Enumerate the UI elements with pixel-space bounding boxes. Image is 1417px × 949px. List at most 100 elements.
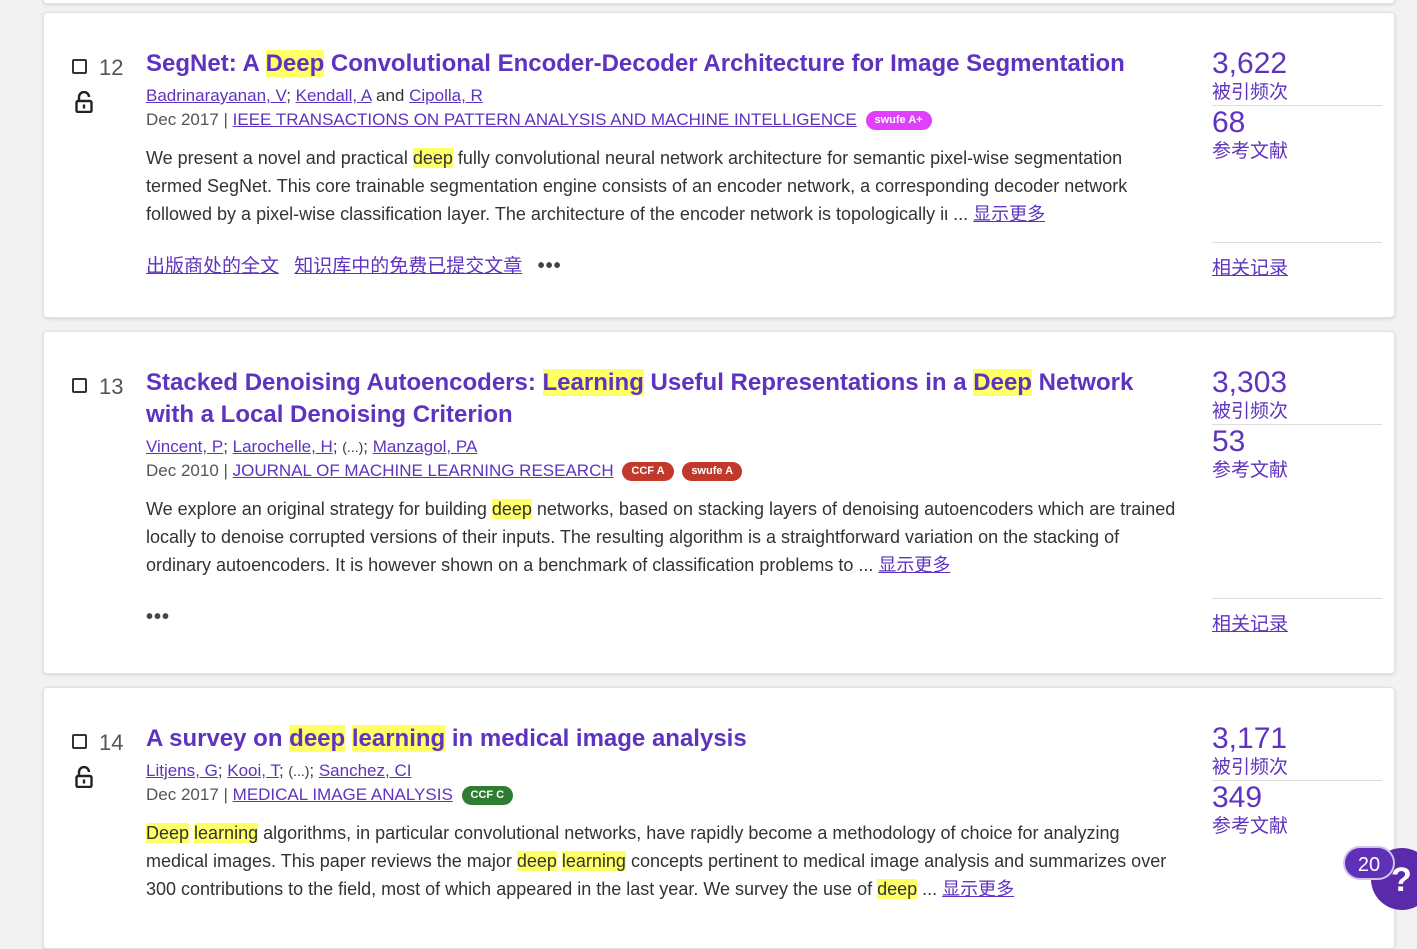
citation-label: 被引频次 <box>1212 82 1289 103</box>
record-main: A survey on deep learning in medical ima… <box>146 723 1176 903</box>
more-options-icon[interactable]: ••• <box>146 606 170 628</box>
show-more-link[interactable]: 显示更多 <box>973 204 1045 224</box>
title-highlight[interactable]: Deep <box>265 50 325 77</box>
citation-label: 被引频次 <box>1212 401 1289 422</box>
author-link[interactable]: Vincent, P <box>146 437 223 456</box>
help-count-badge[interactable]: 20 <box>1343 846 1395 880</box>
pub-date: Dec 2017 <box>146 110 219 129</box>
publication-meta: Dec 2017 | MEDICAL IMAGE ANALYSIS CCF C <box>146 783 1176 807</box>
record-stats: 3,303 被引频次 53 参考文献 <box>1212 366 1382 483</box>
open-access-lock-icon <box>75 766 93 788</box>
citation-count[interactable]: 3,171 <box>1212 722 1382 756</box>
abstract: We present a novel and practical deep fu… <box>146 144 1176 228</box>
open-access-lock-icon <box>75 91 93 113</box>
show-more-link[interactable]: 显示更多 <box>878 555 950 575</box>
repository-free-article-link[interactable]: 知识库中的免费已提交文章 <box>294 256 522 277</box>
author-and: and <box>376 86 405 105</box>
show-more-link[interactable]: 显示更多 <box>942 879 1014 899</box>
title-text[interactable]: in medical image analysis <box>445 725 747 752</box>
related-records: 相关记录 <box>1212 598 1382 636</box>
record-card: 12 SegNet: A Deep Convolutional Encoder-… <box>43 12 1395 318</box>
pub-date: Dec 2010 <box>146 461 219 480</box>
reference-label: 参考文献 <box>1212 141 1289 162</box>
record-checkbox[interactable] <box>72 59 87 74</box>
record-stats: 3,171 被引频次 349 参考文献 <box>1212 722 1382 839</box>
title-text[interactable]: Useful Representations in a <box>644 369 973 396</box>
abstract-text: We explore an original strategy for buil… <box>146 499 492 519</box>
title-text[interactable]: Stacked Denoising Autoencoders: <box>146 369 543 396</box>
abstract: We explore an original strategy for buil… <box>146 495 1176 579</box>
abstract-text: We present a novel and practical <box>146 148 413 168</box>
reference-label: 参考文献 <box>1212 816 1289 837</box>
full-text-links: ••• <box>146 606 170 629</box>
reference-count[interactable]: 68 <box>1212 106 1382 140</box>
publisher-full-text-link[interactable]: 出版商处的全文 <box>146 256 279 277</box>
abstract-highlight: learning <box>194 823 259 843</box>
title-highlight[interactable]: Deep <box>973 369 1032 396</box>
record-title[interactable]: SegNet: A Deep Convolutional Encoder-Dec… <box>146 48 1176 80</box>
citation-count[interactable]: 3,303 <box>1212 366 1382 400</box>
journal-link[interactable]: JOURNAL OF MACHINE LEARNING RESEARCH <box>233 461 614 480</box>
author-link[interactable]: Litjens, G <box>146 761 218 780</box>
reference-count[interactable]: 53 <box>1212 425 1382 459</box>
abstract-text: ... <box>917 879 938 899</box>
abstract-highlight: deep <box>491 499 532 519</box>
publication-meta: Dec 2017 | IEEE TRANSACTIONS ON PATTERN … <box>146 108 1176 132</box>
abstract-highlight: deep <box>412 148 453 168</box>
record-title[interactable]: A survey on deep learning in medical ima… <box>146 723 1176 755</box>
abstract: Deep learning algorithms, in particular … <box>146 819 1176 903</box>
reference-count[interactable]: 349 <box>1212 781 1382 815</box>
abstract-highlight: Deep <box>146 823 190 843</box>
full-text-links: 出版商处的全文 知识库中的免费已提交文章 ••• <box>146 251 562 278</box>
swufe-badge: swufe A+ <box>865 111 932 130</box>
author-link[interactable]: Kendall, A <box>296 86 372 105</box>
title-text[interactable]: Convolutional Encoder-Decoder Architectu… <box>324 50 1125 77</box>
record-stats: 3,622 被引频次 68 参考文献 <box>1212 47 1382 164</box>
record-checkbox[interactable] <box>72 734 87 749</box>
related-records-link[interactable]: 相关记录 <box>1212 614 1288 635</box>
publication-meta: Dec 2010 | JOURNAL OF MACHINE LEARNING R… <box>146 459 1176 483</box>
citation-label: 被引频次 <box>1212 757 1289 778</box>
author-link[interactable]: Sanchez, CI <box>319 761 412 780</box>
author-link[interactable]: Kooi, T <box>227 761 279 780</box>
citation-count[interactable]: 3,622 <box>1212 47 1382 81</box>
title-text[interactable]: A survey on <box>146 725 289 752</box>
record-card: 13 Stacked Denoising Autoencoders: Learn… <box>43 331 1395 674</box>
related-records: 相关记录 <box>1212 242 1382 280</box>
title-text[interactable]: SegNet: A <box>146 50 266 77</box>
author-ellipsis[interactable]: (...) <box>342 439 363 455</box>
authors: Vincent, P; Larochelle, H; (...); Manzag… <box>146 437 478 456</box>
record-checkbox[interactable] <box>72 378 87 393</box>
record-main: SegNet: A Deep Convolutional Encoder-Dec… <box>146 48 1176 228</box>
title-highlight[interactable]: deep <box>289 725 346 752</box>
author-link[interactable]: Badrinarayanan, V <box>146 86 286 105</box>
authors: Litjens, G; Kooi, T; (...); Sanchez, CI <box>146 761 412 780</box>
author-link[interactable]: Manzagol, PA <box>373 437 478 456</box>
previous-record-card <box>43 0 1395 4</box>
ccf-badge: CCF C <box>461 786 514 805</box>
more-options-icon[interactable]: ••• <box>538 255 562 277</box>
swufe-badge: swufe A <box>682 462 743 481</box>
abstract-highlight: learning <box>561 851 626 871</box>
reference-label: 参考文献 <box>1212 460 1289 481</box>
pub-date: Dec 2017 <box>146 785 219 804</box>
journal-link[interactable]: IEEE TRANSACTIONS ON PATTERN ANALYSIS AN… <box>233 110 857 129</box>
journal-link[interactable]: MEDICAL IMAGE ANALYSIS <box>233 785 453 804</box>
abstract-highlight: deep <box>516 851 557 871</box>
author-link[interactable]: Cipolla, R <box>409 86 483 105</box>
record-number: 12 <box>99 55 124 80</box>
record-main: Stacked Denoising Autoencoders: Learning… <box>146 367 1176 579</box>
record-number: 14 <box>99 730 124 755</box>
title-highlight[interactable]: Learning <box>542 369 644 396</box>
title-highlight[interactable]: learning <box>351 725 446 752</box>
authors: Badrinarayanan, V; Kendall, A and Cipoll… <box>146 86 483 105</box>
related-records-link[interactable]: 相关记录 <box>1212 258 1288 279</box>
ccf-badge: CCF A <box>622 462 674 481</box>
author-ellipsis[interactable]: (...) <box>288 763 309 779</box>
record-number: 13 <box>99 374 124 399</box>
author-link[interactable]: Larochelle, H <box>233 437 333 456</box>
abstract-highlight: deep <box>877 879 918 899</box>
record-title[interactable]: Stacked Denoising Autoencoders: Learning… <box>146 367 1176 431</box>
title-text[interactable] <box>345 725 352 752</box>
help-widget[interactable]: ? 20 <box>1343 846 1417 910</box>
